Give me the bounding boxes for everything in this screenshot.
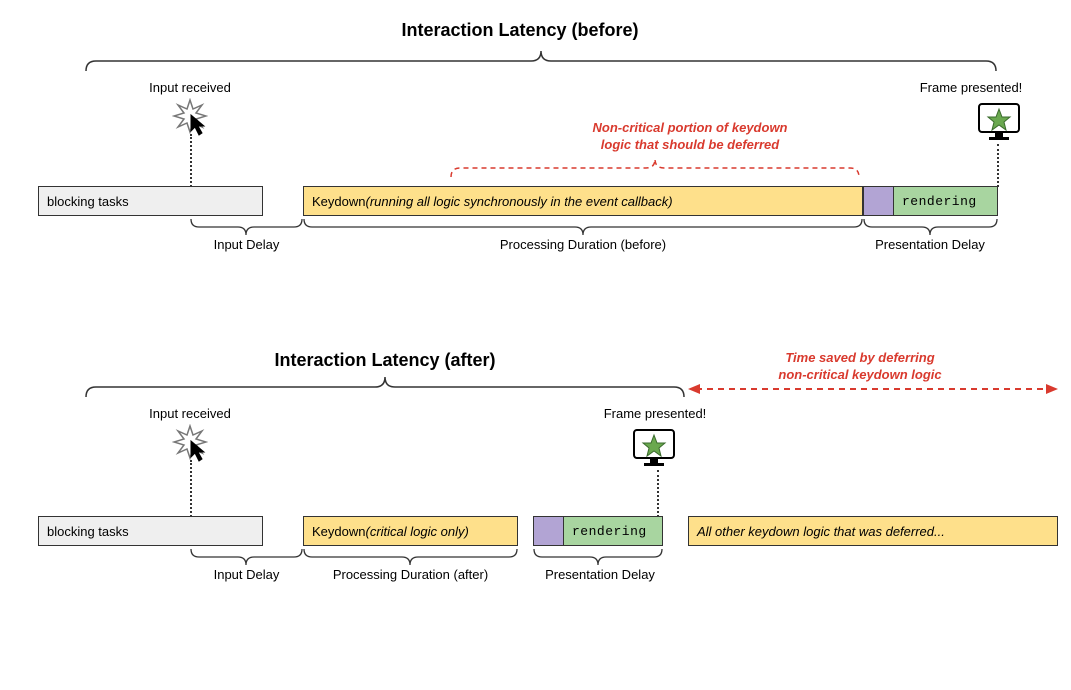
presentation-brace-after — [533, 548, 663, 566]
input-delay-label: Input Delay — [190, 237, 303, 252]
processing-brace-after — [303, 548, 518, 566]
red-dashed-brace — [450, 158, 860, 178]
processing-label-after: Processing Duration (after) — [303, 567, 518, 582]
processing-label: Processing Duration (before) — [303, 237, 863, 252]
blocking-tasks-block-after: blocking tasks — [38, 516, 263, 546]
after-title: Interaction Latency (after) — [85, 350, 685, 371]
monitor-icon — [975, 100, 1023, 149]
time-saved-arrow — [688, 388, 1058, 390]
frame-presented-label: Frame presented! — [901, 80, 1041, 95]
keydown-prefix: Keydown — [312, 194, 365, 209]
input-delay-brace-after — [190, 548, 303, 566]
input-received-label-after: Input received — [140, 406, 240, 421]
red-after-line2: non-critical keydown logic — [778, 367, 941, 382]
keydown-detail: (running all logic synchronously in the … — [365, 194, 672, 209]
rendering-label: rendering — [902, 194, 977, 209]
deferred-block: All other keydown logic that was deferre… — [688, 516, 1058, 546]
monitor-icon-after — [630, 426, 678, 475]
rendering-label-after: rendering — [572, 524, 647, 539]
frame-dotted-line — [997, 144, 999, 187]
red-line1: Non-critical portion of keydown — [592, 120, 787, 135]
keydown-block: Keydown (running all logic synchronously… — [303, 186, 863, 216]
rendering-block: rendering — [893, 186, 998, 216]
processing-brace — [303, 218, 863, 236]
input-delay-brace — [190, 218, 303, 236]
red-annotation-after: Time saved by deferring non-critical key… — [730, 350, 990, 384]
blocking-label-after: blocking tasks — [47, 524, 129, 539]
red-after-line1: Time saved by deferring — [785, 350, 934, 365]
keydown-prefix-after: Keydown — [312, 524, 365, 539]
purple-block — [863, 186, 893, 216]
cursor-icon-after — [190, 440, 208, 467]
presentation-label-after: Presentation Delay — [520, 567, 680, 582]
frame-dotted-line-after — [657, 470, 659, 517]
input-delay-label-after: Input Delay — [190, 567, 303, 582]
deferred-label: All other keydown logic that was deferre… — [697, 524, 945, 539]
keydown-detail-after: (critical logic only) — [365, 524, 468, 539]
keydown-block-after: Keydown (critical logic only) — [303, 516, 518, 546]
blocking-label: blocking tasks — [47, 194, 129, 209]
purple-block-after — [533, 516, 563, 546]
rendering-block-after: rendering — [563, 516, 663, 546]
after-top-brace — [85, 376, 685, 398]
cursor-icon — [190, 114, 208, 141]
before-timeline: blocking tasks Keydown (running all logi… — [38, 186, 998, 216]
presentation-label: Presentation Delay — [840, 237, 1020, 252]
after-timeline: blocking tasks Keydown (critical logic o… — [38, 516, 1058, 546]
input-dotted-line-after — [190, 460, 192, 517]
before-section: Interaction Latency (before) Input recei… — [30, 20, 1041, 280]
presentation-brace — [863, 218, 998, 236]
red-annotation-before: Non-critical portion of keydown logic th… — [550, 120, 830, 154]
red-line2: logic that should be deferred — [601, 137, 779, 152]
input-received-label: Input received — [140, 80, 240, 95]
frame-presented-label-after: Frame presented! — [585, 406, 725, 421]
before-title: Interaction Latency (before) — [40, 20, 1000, 41]
input-dotted-line — [190, 134, 192, 187]
blocking-tasks-block: blocking tasks — [38, 186, 263, 216]
before-top-brace — [85, 50, 997, 72]
after-section: Interaction Latency (after) Time saved b… — [30, 350, 1041, 630]
